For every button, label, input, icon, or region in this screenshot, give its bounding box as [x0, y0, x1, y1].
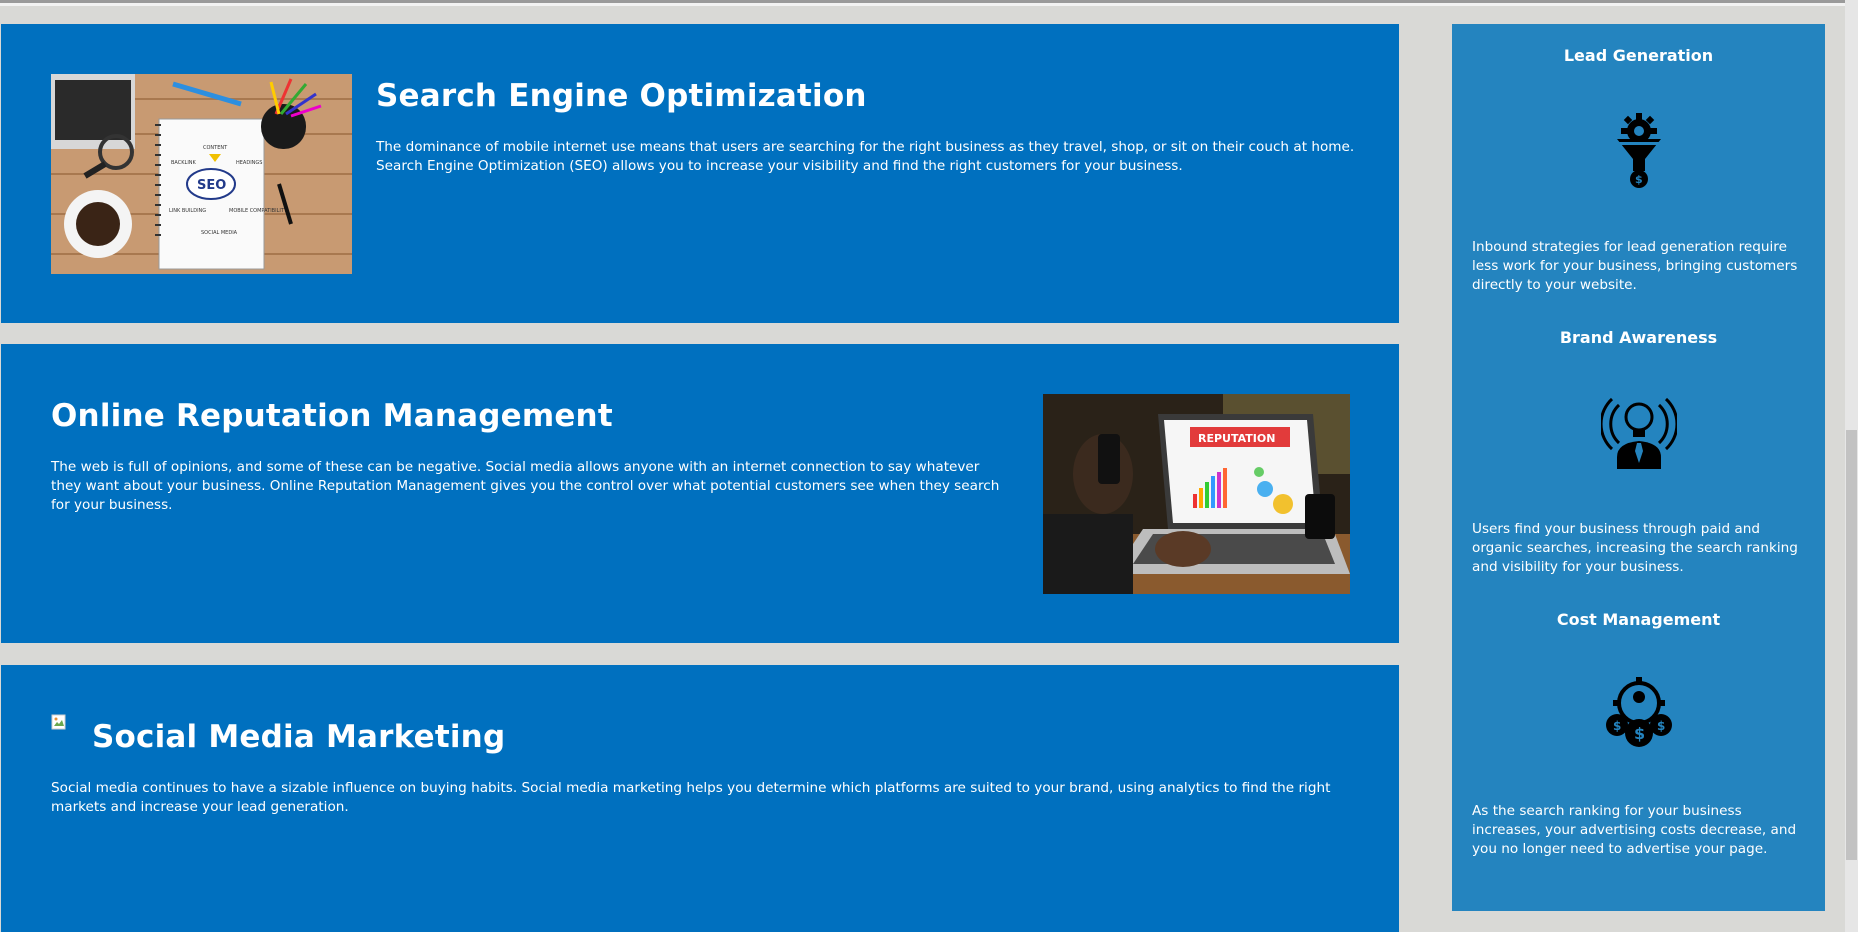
- social-media-section: Social Media Marketing Social media cont…: [1, 665, 1399, 932]
- svg-text:CONTENT: CONTENT: [203, 145, 228, 151]
- gear-coins-dollar-icon: $ $ $: [1606, 677, 1672, 747]
- svg-text:$: $: [1635, 173, 1643, 186]
- seo-notebook-image: SEO CONTENT BACKLINK HEADINGS LINK BUILD…: [51, 74, 352, 274]
- reputation-description: The web is full of opinions, and some of…: [51, 459, 1000, 513]
- browser-top-edge-light: [0, 3, 1858, 6]
- svg-text:$: $: [1613, 719, 1621, 733]
- social-media-title: Social Media Marketing: [92, 719, 506, 755]
- feature-description: As the search ranking for your business …: [1472, 803, 1797, 857]
- social-media-description: Social media continues to have a sizable…: [51, 780, 1331, 815]
- scrollbar-thumb[interactable]: [1846, 430, 1857, 860]
- svg-text:SOCIAL MEDIA: SOCIAL MEDIA: [201, 230, 238, 236]
- feature-title: Lead Generation: [1563, 46, 1714, 65]
- seo-description: The dominance of mobile internet use mea…: [376, 139, 1355, 174]
- feature-title: Brand Awareness: [1559, 328, 1718, 347]
- svg-text:REPUTATION: REPUTATION: [1198, 432, 1275, 445]
- broken-image-icon: [51, 714, 66, 730]
- svg-text:$: $: [1657, 719, 1665, 733]
- funnel-gear-dollar-icon: $: [1617, 113, 1661, 188]
- feature-description: Inbound strategies for lead generation r…: [1472, 239, 1798, 293]
- seo-title: Search Engine Optimization: [376, 78, 867, 114]
- svg-text:BACKLINK: BACKLINK: [171, 160, 197, 166]
- svg-text:MOBILE COMPATIBILITY: MOBILE COMPATIBILITY: [229, 208, 288, 214]
- lightbulb-head-broadcast-icon: [1601, 397, 1677, 469]
- svg-text:LINK BUILDING: LINK BUILDING: [169, 208, 206, 214]
- svg-text:HEADINGS: HEADINGS: [236, 160, 262, 166]
- seo-section: SEO CONTENT BACKLINK HEADINGS LINK BUILD…: [1, 24, 1399, 323]
- svg-text:$: $: [1634, 724, 1645, 743]
- benefits-sidebar: Lead Generation $ Inbound strategies for…: [1452, 24, 1825, 911]
- reputation-laptop-image: REPUTATION: [1043, 394, 1350, 594]
- feature-description: Users find your business through paid an…: [1472, 521, 1798, 575]
- reputation-title: Online Reputation Management: [51, 398, 613, 434]
- svg-text:SEO: SEO: [197, 178, 226, 193]
- feature-title: Cost Management: [1556, 610, 1721, 629]
- reputation-section: Online Reputation Management The web is …: [1, 344, 1399, 643]
